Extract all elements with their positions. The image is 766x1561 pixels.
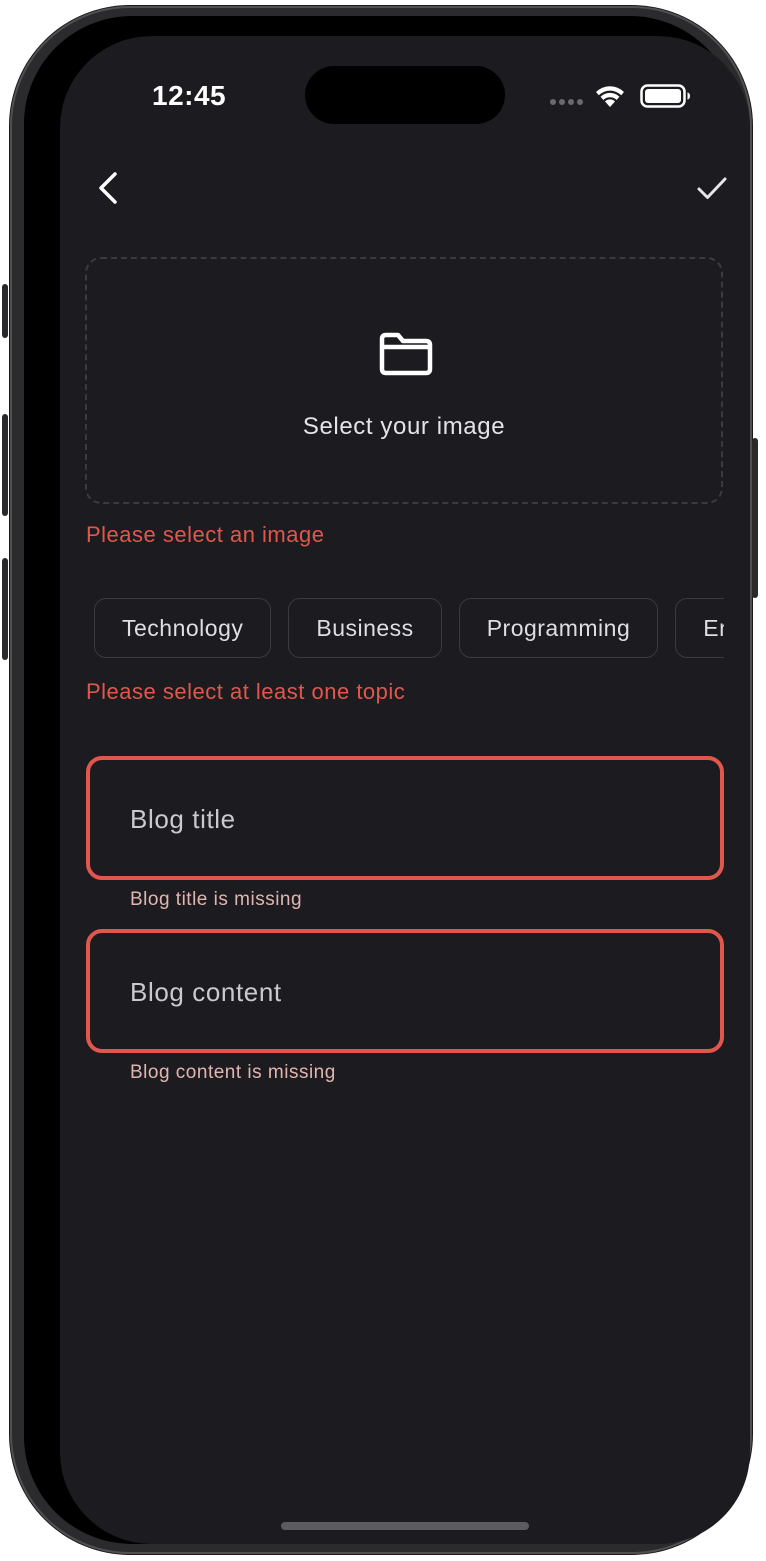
bezel: 12:45 Select your image Please select an… [24, 16, 750, 1544]
blog-title-field[interactable]: Blog title [86, 756, 724, 880]
blog-content-field[interactable]: Blog content [86, 929, 724, 1053]
chevron-left-icon [99, 172, 117, 204]
home-indicator[interactable] [281, 1522, 529, 1530]
action-button [2, 284, 8, 338]
topic-chips-scroller[interactable]: Technology Business Programming Entertai… [86, 598, 724, 660]
image-error-text: Please select an image [86, 522, 325, 547]
folder-icon [379, 332, 433, 376]
blog-content-error: Blog content is missing [130, 1062, 336, 1083]
image-picker[interactable]: Select your image [85, 257, 723, 504]
status-time: 12:45 [152, 80, 227, 111]
done-button[interactable] [690, 168, 734, 208]
wifi-icon [596, 86, 624, 107]
blog-title-placeholder: Blog title [130, 804, 236, 834]
battery-icon [640, 84, 690, 108]
topic-chip-entertainment[interactable]: Entertainment [675, 598, 724, 658]
topic-chip-programming[interactable]: Programming [458, 598, 659, 658]
phone-frame: 12:45 Select your image Please select an… [2, 6, 758, 1554]
back-button[interactable] [88, 168, 128, 208]
checkmark-icon [697, 177, 727, 199]
blog-content-placeholder: Blog content [130, 977, 282, 1007]
screen: 12:45 Select your image Please select an… [60, 36, 750, 1544]
topic-error-text: Please select at least one topic [86, 679, 406, 704]
topic-chip-technology[interactable]: Technology [94, 598, 272, 658]
power-button [752, 438, 758, 598]
volume-down-button [2, 558, 8, 660]
cellular-signal-icon [550, 99, 583, 105]
blog-title-error: Blog title is missing [130, 889, 303, 910]
volume-up-button [2, 414, 8, 516]
dynamic-island [305, 66, 505, 124]
topic-chip-business[interactable]: Business [288, 598, 442, 658]
image-picker-label: Select your image [302, 413, 506, 440]
